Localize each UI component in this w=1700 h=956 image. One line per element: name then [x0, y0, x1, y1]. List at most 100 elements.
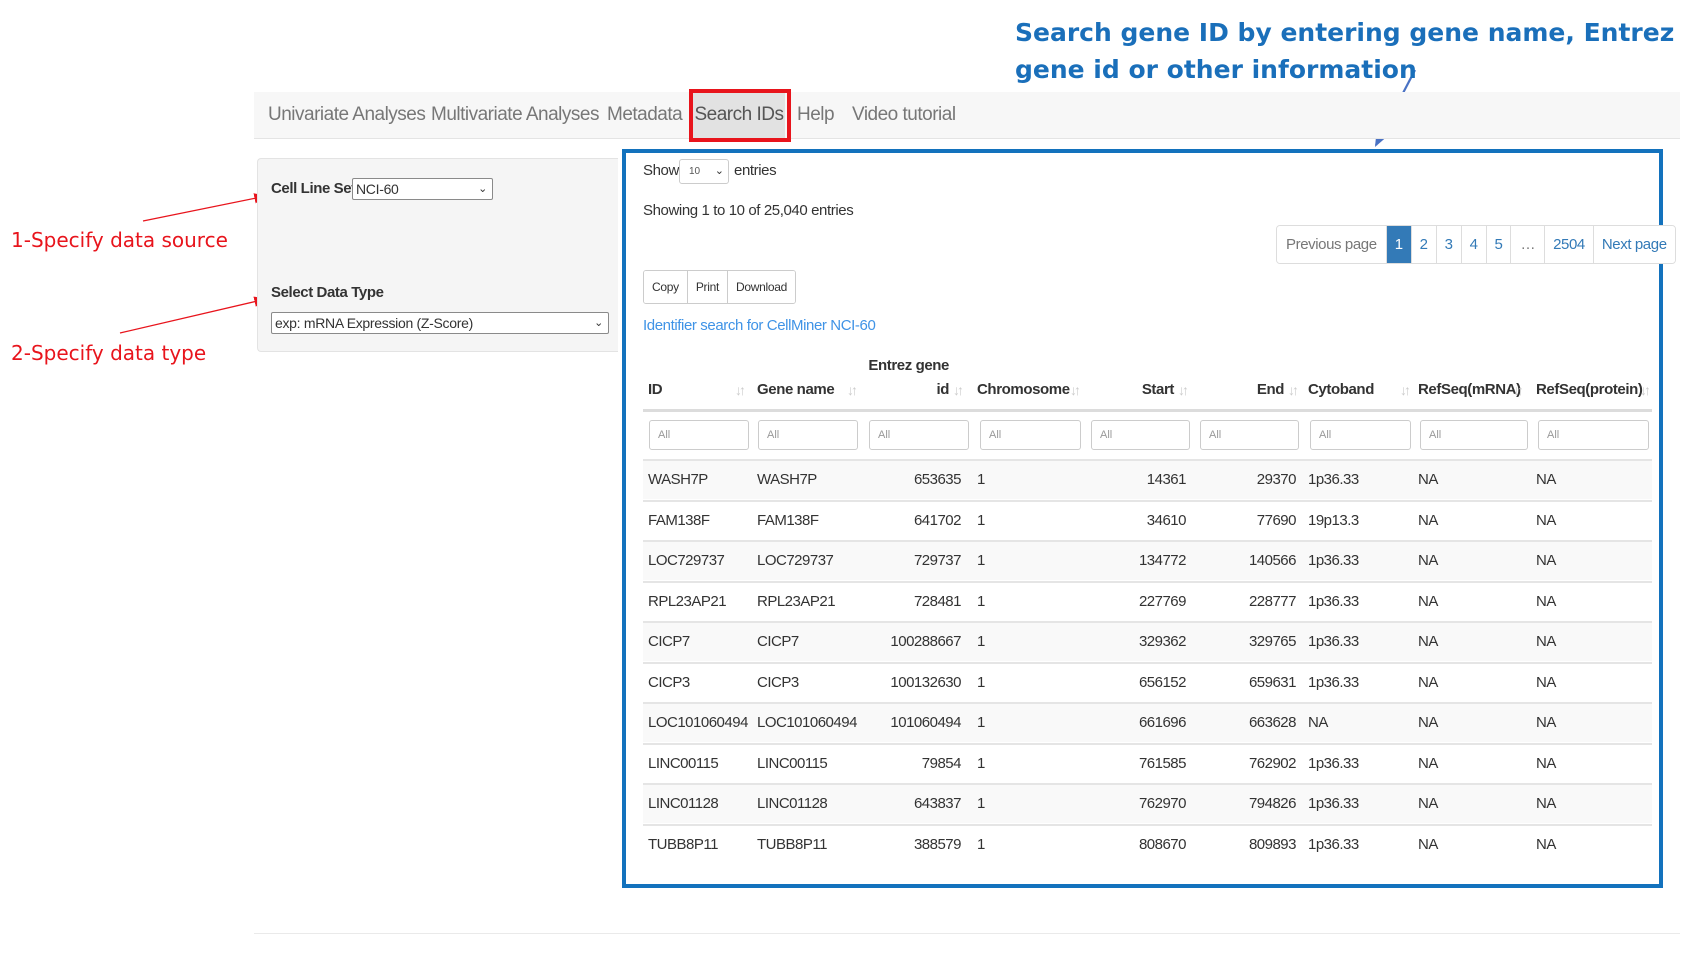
column-filter-input[interactable]: All	[649, 420, 749, 450]
cell-line-set-value: NCI-60	[356, 181, 399, 197]
previous-page-button[interactable]: Previous page	[1277, 226, 1386, 263]
tab-video-tutorial[interactable]: Video tutorial	[852, 92, 956, 138]
sort-icon[interactable]: ↓↑	[1640, 382, 1651, 398]
table-cell: NA	[1536, 633, 1556, 650]
column-filter-input[interactable]: All	[1091, 420, 1190, 450]
table-cell: 762902	[1248, 754, 1297, 772]
column-header-id[interactable]: ID	[648, 381, 663, 398]
table-cell: NA	[1418, 795, 1438, 812]
page-length-value: 10	[689, 166, 701, 177]
table-cell: 663628	[1248, 714, 1297, 731]
column-header-gene-name[interactable]: Gene name	[757, 381, 835, 398]
table-cell: 729737	[913, 552, 962, 569]
page-button-2[interactable]: 2	[1410, 226, 1436, 263]
table-cell: 14361	[1146, 471, 1187, 488]
column-filter-input[interactable]: All	[1310, 420, 1411, 450]
data-type-label: Select Data Type	[271, 284, 384, 301]
table-cell: NA	[1536, 754, 1556, 772]
sort-icon[interactable]: ↓↑	[1178, 382, 1189, 398]
table-row[interactable]: CICP7 CICP7 100288667 1 329362 329765 1p36.33 N…	[643, 621, 1652, 661]
column-filter-input[interactable]: All	[1420, 420, 1528, 450]
page-button-3[interactable]: 3	[1435, 226, 1461, 263]
table-cell: 19p13.3	[1308, 511, 1359, 529]
table-cell: NA	[1536, 552, 1556, 569]
data-type-select[interactable]: exp: mRNA Expression (Z-Score) ⌄	[271, 312, 609, 334]
print-button[interactable]: Print	[686, 271, 728, 303]
table-cell: 388579	[913, 835, 962, 853]
table-cell: 728481	[913, 592, 962, 610]
page-length-select[interactable]: 10 ⌄	[679, 159, 729, 184]
table-cell: NA	[1536, 592, 1556, 610]
table-cell: 1p36.33	[1308, 835, 1359, 853]
sort-icon[interactable]: ↓↑	[1400, 382, 1411, 398]
table-cell: 329362	[1138, 633, 1187, 650]
table-cell: 1	[977, 754, 985, 772]
table-cell: 808670	[1138, 835, 1187, 853]
show-label: Show	[643, 162, 679, 179]
table-cell: 643837	[913, 795, 962, 812]
tab-metadata[interactable]: Metadata	[607, 92, 683, 138]
column-header-chromosome[interactable]: Chromosome	[977, 381, 1070, 398]
table-cell: 329765	[1248, 633, 1297, 650]
column-header-refseq-protein-[interactable]: RefSeq(protein)	[1536, 381, 1643, 398]
table-cell: NA	[1536, 714, 1556, 731]
table-row[interactable]: LOC101060494 LOC101060494 101060494 1 661696…	[643, 702, 1652, 742]
table-row[interactable]: RPL23AP21 RPL23AP21 728481 1 227769 228777 1p3…	[643, 580, 1652, 621]
table-cell: 656152	[1138, 673, 1187, 691]
column-filter-input[interactable]: All	[1538, 420, 1649, 450]
table-cell: NA	[1536, 511, 1556, 529]
cell-line-set-select[interactable]: NCI-60 ⌄	[352, 178, 493, 200]
table-cell: 794826	[1248, 795, 1297, 812]
table-row[interactable]: CICP3 CICP3 100132630 1 656152 659631 1p36.33 N…	[643, 661, 1652, 702]
table-cell: WASH7P	[648, 471, 708, 488]
table-row[interactable]: LOC729737 LOC729737 729737 1 134772 140566 1p3…	[643, 540, 1652, 580]
column-header-start[interactable]: Start	[1142, 381, 1175, 398]
page-button-last[interactable]: 2504	[1544, 226, 1593, 263]
page-button-1[interactable]: 1	[1385, 226, 1411, 263]
table-cell: NA	[1536, 795, 1556, 812]
sort-icon[interactable]: ↓↑	[1070, 382, 1081, 398]
sort-icon[interactable]: ↓↑	[1288, 382, 1299, 398]
table-cell: 809893	[1248, 835, 1297, 853]
column-filter-input[interactable]: All	[869, 420, 969, 450]
table-cell: 34610	[1146, 511, 1187, 529]
sort-icon[interactable]: ↓↑	[1513, 382, 1524, 398]
sort-icon[interactable]: ↓↑	[847, 382, 858, 398]
table-cell: 1p36.33	[1308, 592, 1359, 610]
tab-multivariate-analyses[interactable]: Multivariate Analyses	[431, 92, 599, 138]
table-row[interactable]: WASH7P WASH7P 653635 1 14361 29370 1p36.33 NA NA	[643, 459, 1652, 499]
table-cell: NA	[1418, 754, 1438, 772]
column-filter-input[interactable]: All	[758, 420, 858, 450]
table-cell: 100288667	[890, 633, 961, 650]
column-header-top-line: Entrez gene	[868, 357, 949, 374]
table-cell: RPL23AP21	[648, 592, 727, 610]
column-header-refseq-mrna-[interactable]: RefSeq(mRNA)	[1418, 381, 1521, 398]
column-header-cytoband[interactable]: Cytoband	[1308, 381, 1374, 398]
column-header-end[interactable]: End	[1257, 381, 1285, 398]
page-button-4[interactable]: 4	[1460, 226, 1486, 263]
arrow-step1	[142, 193, 268, 222]
table-row[interactable]: LINC00115 LINC00115 79854 1 761585 762902 1p36…	[643, 742, 1652, 783]
next-page-button[interactable]: Next page	[1592, 226, 1675, 263]
page-button-5[interactable]: 5	[1485, 226, 1511, 263]
table-row[interactable]: FAM138F FAM138F 641702 1 34610 77690 19p13.3 NA…	[643, 499, 1652, 540]
table-cell: 1	[977, 835, 985, 853]
table-row[interactable]: TUBB8P11 TUBB8P11 388579 1 808670 809893 1p36.…	[643, 823, 1652, 864]
tab-help[interactable]: Help	[797, 92, 835, 138]
table-cell: 134772	[1138, 552, 1187, 569]
column-filter-input[interactable]: All	[1200, 420, 1299, 450]
table-cell: 641702	[913, 511, 962, 529]
column-filter-input[interactable]: All	[980, 420, 1081, 450]
tab-univariate-analyses[interactable]: Univariate Analyses	[268, 92, 426, 138]
sort-icon[interactable]: ↓↑	[735, 382, 746, 398]
column-header-id[interactable]: id	[936, 381, 949, 398]
table-cell: NA	[1418, 511, 1438, 529]
table-row[interactable]: LINC01128 LINC01128 643837 1 762970 794826 1p3…	[643, 783, 1652, 823]
download-button[interactable]: Download	[727, 271, 795, 303]
table-cell: FAM138F	[757, 511, 819, 529]
copy-button[interactable]: Copy	[644, 271, 687, 303]
table-cell: 1p36.33	[1308, 471, 1359, 488]
sort-icon[interactable]: ↓↑	[953, 382, 964, 398]
table-cell: NA	[1418, 835, 1438, 853]
table-cell: FAM138F	[648, 511, 710, 529]
